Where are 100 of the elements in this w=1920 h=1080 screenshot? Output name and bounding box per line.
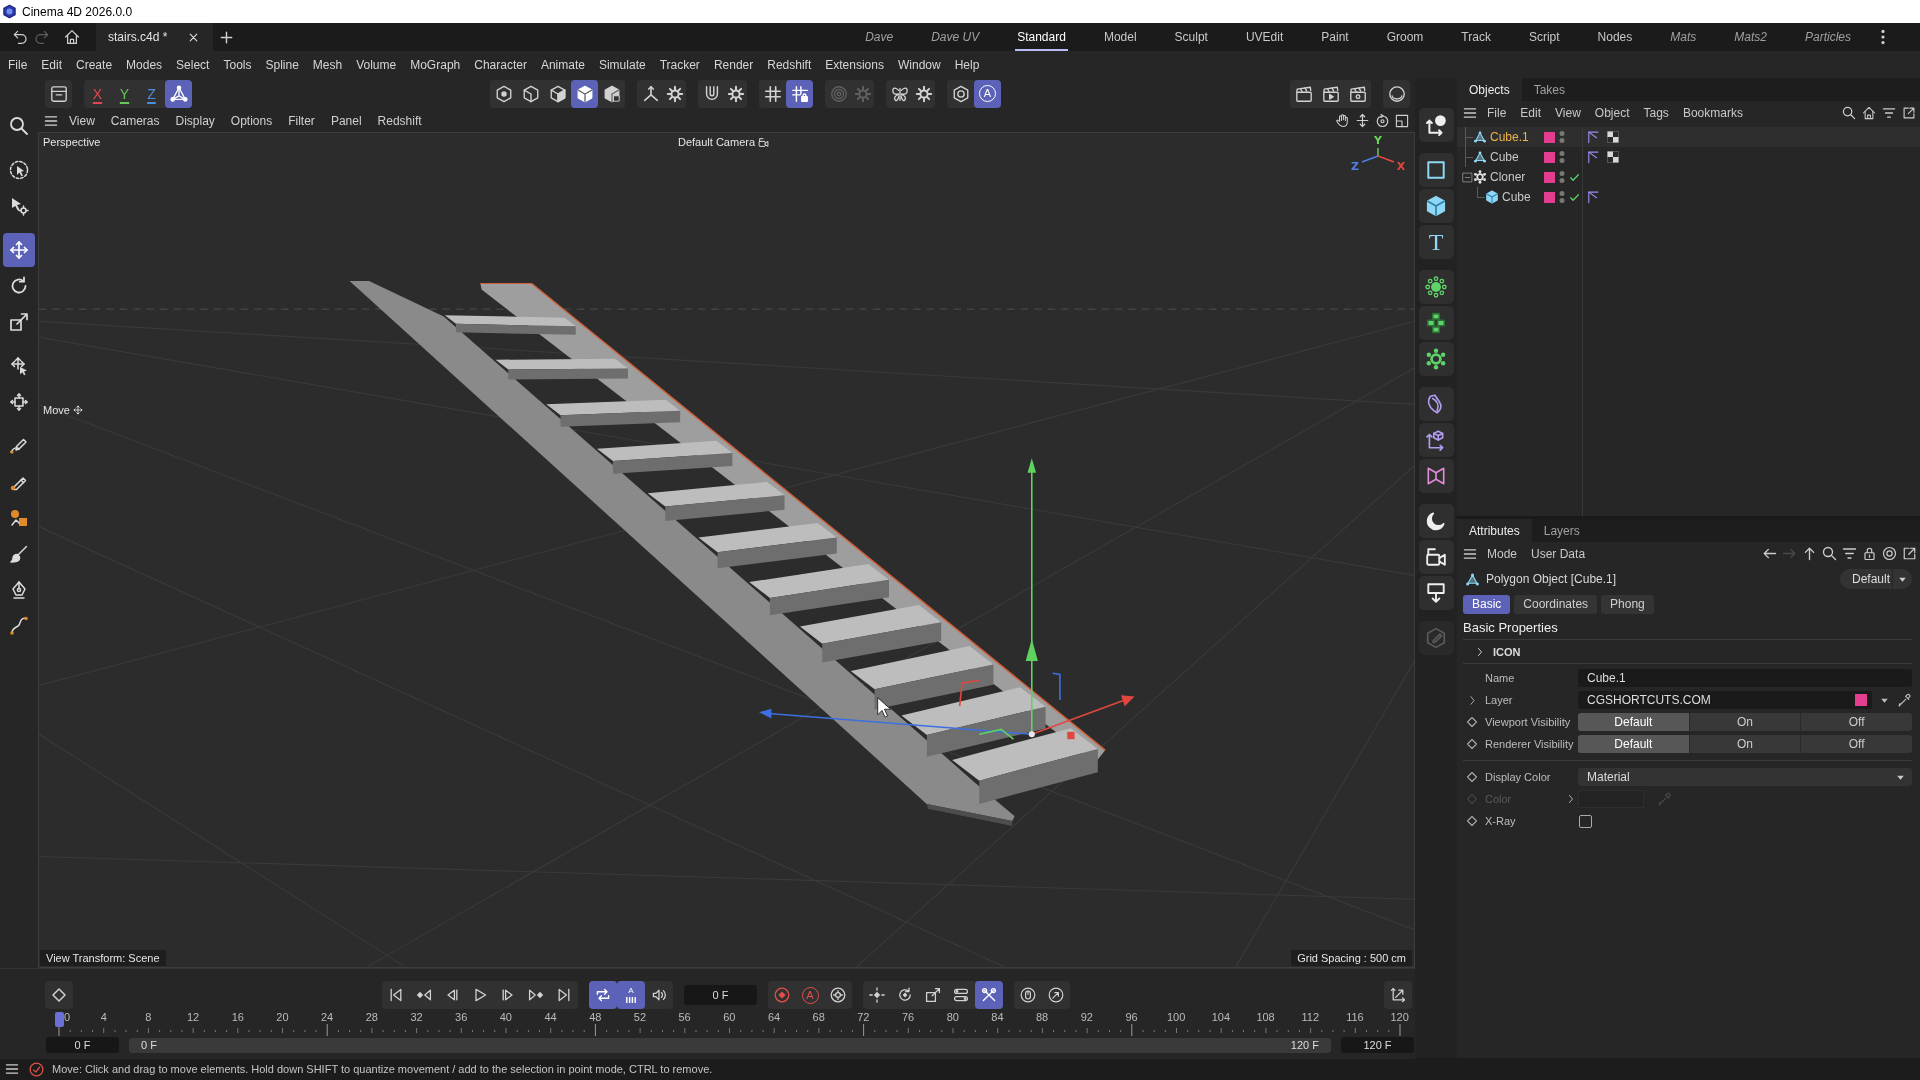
layer-field[interactable]: CGSHORTCUTS.COM [1578, 691, 1872, 709]
visibility-dots-icon[interactable] [1559, 170, 1565, 184]
menu-item[interactable]: Edit [1513, 102, 1549, 123]
cloner-button[interactable] [1418, 342, 1454, 376]
segment-button[interactable]: Default [1578, 735, 1690, 753]
move-gizmo[interactable] [759, 458, 1135, 740]
menu-item[interactable]: Object [1587, 102, 1637, 123]
menu-item[interactable]: Character [467, 53, 534, 76]
layout-tab[interactable]: Script [1526, 25, 1562, 51]
grid-lock-button[interactable] [786, 79, 813, 108]
spline-button[interactable] [1418, 153, 1454, 187]
viewport-menu-item[interactable]: Options [222, 110, 281, 131]
cube-button[interactable] [1418, 189, 1454, 223]
menu-item[interactable]: Edit [34, 53, 70, 76]
property-tab[interactable]: Phong [1601, 594, 1654, 614]
range-slider[interactable]: 0 F 120 F [129, 1037, 1331, 1053]
visibility-dots-icon[interactable] [1559, 150, 1565, 164]
loop-button[interactable] [589, 981, 617, 1009]
end-frame-field[interactable]: 120 F [1341, 1037, 1414, 1053]
tree-row[interactable]: Cube.1 [1457, 127, 1920, 147]
menu-item[interactable]: Mode [1480, 543, 1525, 564]
viewport-menu-item[interactable]: Cameras [102, 110, 168, 131]
eyedropper-button[interactable] [1896, 691, 1912, 709]
visibility-dots-icon[interactable] [1559, 130, 1565, 144]
menu-item[interactable]: Animate [533, 53, 592, 76]
viewport-menu-item[interactable]: View [61, 110, 103, 131]
coordinate-system-button[interactable] [165, 79, 192, 108]
model-mode-button[interactable] [571, 79, 598, 108]
menu-item[interactable]: Redshift [760, 53, 819, 76]
menu-item[interactable]: File [1480, 102, 1514, 123]
menu-item[interactable]: Bookmarks [1675, 102, 1750, 123]
menu-item[interactable]: Tracker [652, 53, 707, 76]
menu-item[interactable]: Create [69, 53, 120, 76]
menu-item[interactable]: Spline [258, 53, 306, 76]
panel-tab[interactable]: Layers [1531, 519, 1592, 542]
menu-item[interactable]: Simulate [591, 53, 653, 76]
fracture-button[interactable] [1418, 306, 1454, 340]
camera-button[interactable] [1418, 540, 1454, 574]
segment-button[interactable]: On [1689, 735, 1802, 753]
field-button[interactable] [1418, 423, 1454, 457]
segment-button[interactable]: Off [1801, 713, 1912, 731]
key-pla-button[interactable] [975, 981, 1003, 1009]
layout-tab[interactable]: Particles [1803, 25, 1853, 51]
menu-item[interactable]: Window [890, 53, 948, 76]
layout-tab[interactable]: Groom [1384, 25, 1426, 51]
menu-item[interactable]: Extensions [818, 53, 891, 76]
preset-dropdown[interactable]: Default [1840, 569, 1912, 589]
menu-item[interactable]: Mesh [305, 53, 350, 76]
layout-tab[interactable]: Mats2 [1732, 25, 1769, 51]
sky-button[interactable] [1418, 504, 1454, 538]
document-tab[interactable]: stairs.c4d * [96, 23, 214, 51]
segment-button[interactable]: Off [1801, 735, 1912, 753]
panel-tab[interactable]: Objects [1457, 78, 1522, 101]
menu-item[interactable]: File [1, 53, 35, 76]
panel-tab[interactable]: Takes [1521, 78, 1578, 101]
menu-item[interactable]: Volume [349, 53, 404, 76]
visibility-dots-icon[interactable] [1559, 190, 1565, 204]
layout-tab[interactable]: Track [1459, 25, 1493, 51]
tree-row[interactable]: Cloner [1457, 167, 1920, 187]
viewport-menu-item[interactable]: Redshift [369, 110, 430, 131]
property-tab[interactable]: Basic [1463, 594, 1511, 614]
move-tool-button[interactable] [3, 233, 35, 267]
layout-tab[interactable]: Dave [863, 25, 896, 51]
playhead-handle[interactable] [54, 1012, 64, 1027]
group-toggle[interactable]: ICON [1463, 640, 1521, 663]
text-field[interactable]: Cube.1 [1578, 669, 1912, 687]
volume-button[interactable] [1418, 459, 1454, 493]
menu-item[interactable]: Tools [216, 53, 259, 76]
floor-button[interactable] [1418, 576, 1454, 610]
menu-item[interactable]: User Data [1524, 543, 1593, 564]
segment-button[interactable]: Default [1578, 713, 1690, 731]
start-frame-field[interactable]: 0 F [46, 1037, 119, 1053]
viewport-menu-item[interactable]: Filter [280, 110, 323, 131]
interpolation-button[interactable]: A [617, 981, 645, 1009]
menu-item[interactable]: Select [169, 53, 217, 76]
layout-tab[interactable]: Nodes [1595, 25, 1635, 51]
layout-tab[interactable]: Model [1101, 25, 1139, 51]
dropdown[interactable]: Material [1578, 768, 1912, 786]
menu-item[interactable]: Modes [119, 53, 170, 76]
tree-row[interactable]: Cube [1457, 187, 1920, 207]
deformer-button[interactable] [1418, 387, 1454, 421]
property-tab[interactable]: Coordinates [1514, 594, 1598, 614]
layout-tab[interactable]: Mats [1668, 25, 1699, 51]
auto-switch-button[interactable]: A [974, 79, 1001, 108]
menu-item[interactable]: View [1548, 102, 1588, 123]
text-object-button[interactable]: T [1418, 225, 1454, 259]
menu-item[interactable]: Help [947, 53, 987, 76]
menu-item[interactable]: MoGraph [403, 53, 468, 76]
layout-tab[interactable]: Sculpt [1172, 25, 1210, 51]
layout-tab[interactable]: UVEdit [1243, 25, 1286, 51]
panel-tab[interactable]: Attributes [1457, 519, 1532, 542]
axis-lock-button[interactable]: Z [138, 79, 165, 108]
viewport-menu-item[interactable]: Panel [322, 110, 370, 131]
axis-lock-button[interactable]: Y [111, 79, 138, 108]
frame-field[interactable]: 0 F [684, 985, 757, 1005]
viewport-menu-item[interactable]: Display [167, 110, 223, 131]
menu-item[interactable]: Tags [1636, 102, 1676, 123]
null-object-button[interactable] [1418, 108, 1454, 142]
layout-tab[interactable]: Paint [1319, 25, 1351, 51]
tree-row[interactable]: Cube [1457, 147, 1920, 167]
